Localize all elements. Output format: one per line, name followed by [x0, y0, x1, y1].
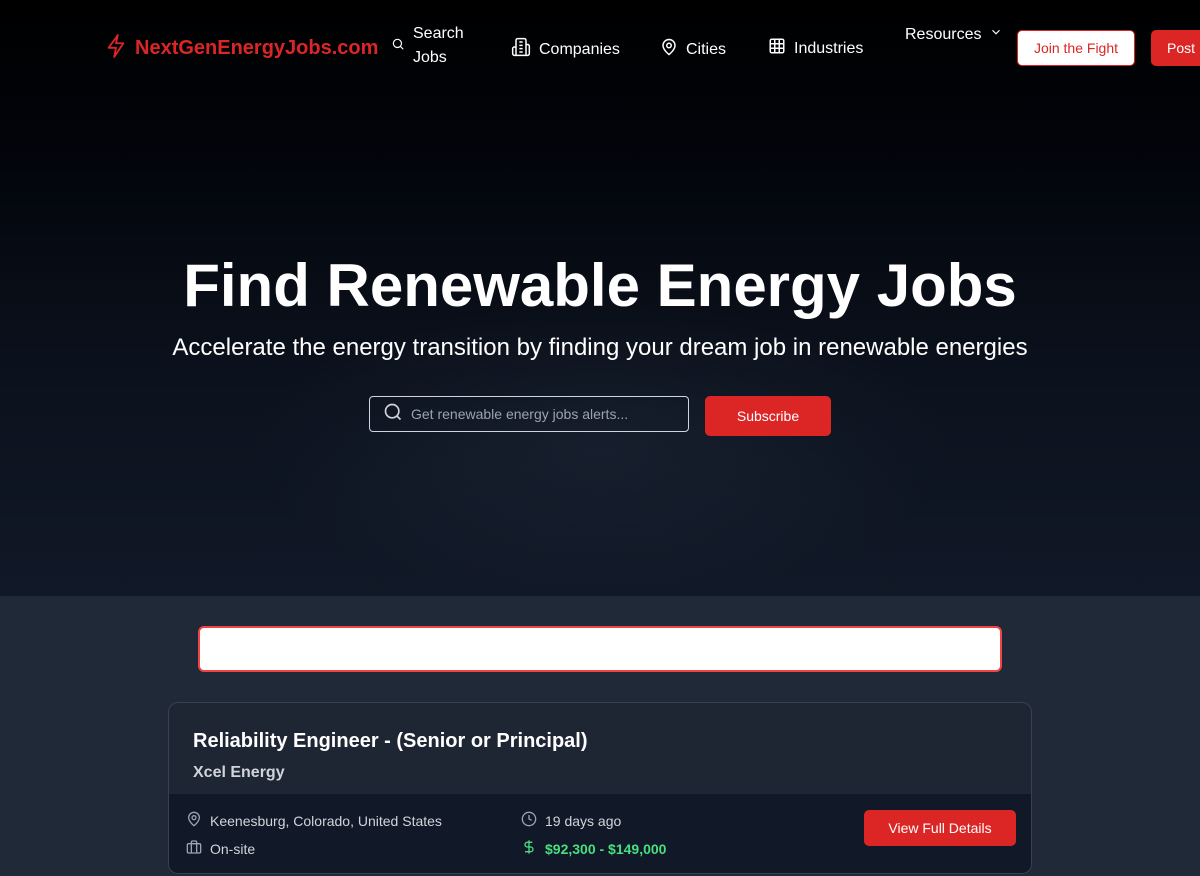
job-alert-placeholder: Get renewable energy jobs alerts... — [411, 406, 629, 422]
nav-companies-label: Companies — [539, 40, 620, 58]
nav-cities[interactable]: Cities — [660, 37, 726, 62]
nav-industries-label: Industries — [794, 39, 864, 57]
bolt-icon — [105, 33, 127, 64]
job-salary-text: $92,300 - $149,000 — [545, 840, 667, 857]
grid-icon — [768, 37, 786, 60]
clock-icon — [521, 811, 537, 830]
nav-cities-label: Cities — [686, 40, 727, 58]
nav-industries[interactable]: Industries — [768, 37, 863, 60]
job-posted-time: 19 days ago — [521, 811, 621, 830]
job-location-text: Keenesburg, Colorado, United States — [210, 812, 442, 829]
briefcase-icon — [186, 839, 202, 858]
job-title[interactable]: Reliability Engineer - (Senior or Princi… — [193, 730, 588, 753]
hero-subtitle: Accelerate the energy transition by find… — [172, 334, 1028, 361]
hero-section: NextGenEnergyJobs.com Search Jobs Compan… — [0, 0, 1200, 596]
dollar-icon — [521, 839, 537, 858]
subscribe-button[interactable]: Subscribe — [705, 396, 831, 436]
search-icon — [391, 37, 405, 56]
nav-companies[interactable]: Companies — [511, 37, 620, 62]
top-navigation: NextGenEnergyJobs.com Search Jobs Compan… — [0, 0, 1200, 96]
nav-search-jobs[interactable]: Search Jobs — [391, 22, 471, 70]
join-the-fight-button[interactable]: Join the Fight — [1017, 30, 1135, 66]
nav-resources-dropdown[interactable]: Resources — [905, 25, 1003, 44]
nav-resources-label: Resources — [905, 25, 982, 43]
search-icon — [383, 402, 403, 427]
logo[interactable]: NextGenEnergyJobs.com — [105, 33, 378, 63]
job-alert-email-input[interactable]: Get renewable energy jobs alerts... — [369, 396, 689, 432]
map-pin-icon — [186, 811, 202, 830]
building-icon — [511, 37, 531, 62]
brand-name: NextGenEnergyJobs.com — [135, 36, 379, 59]
chevron-down-icon — [989, 25, 1003, 44]
job-company: Xcel Energy — [193, 764, 285, 781]
job-search-input[interactable] — [198, 626, 1002, 672]
job-salary: $92,300 - $149,000 — [521, 839, 666, 858]
view-full-details-button[interactable]: View Full Details — [864, 810, 1016, 846]
job-work-type-text: On-site — [210, 840, 256, 857]
job-work-type: On-site — [186, 839, 255, 858]
job-card-footer: Keenesburg, Colorado, United States On-s… — [169, 794, 1031, 873]
job-posted-text: 19 days ago — [545, 812, 622, 829]
hero-title: Find Renewable Energy Jobs — [183, 252, 1017, 319]
job-card[interactable]: Reliability Engineer - (Senior or Princi… — [168, 702, 1032, 874]
job-location: Keenesburg, Colorado, United States — [186, 811, 442, 830]
map-pin-icon — [660, 37, 678, 62]
nav-search-jobs-label: Search Jobs — [413, 25, 464, 66]
post-job-button[interactable]: Post — [1151, 30, 1200, 66]
